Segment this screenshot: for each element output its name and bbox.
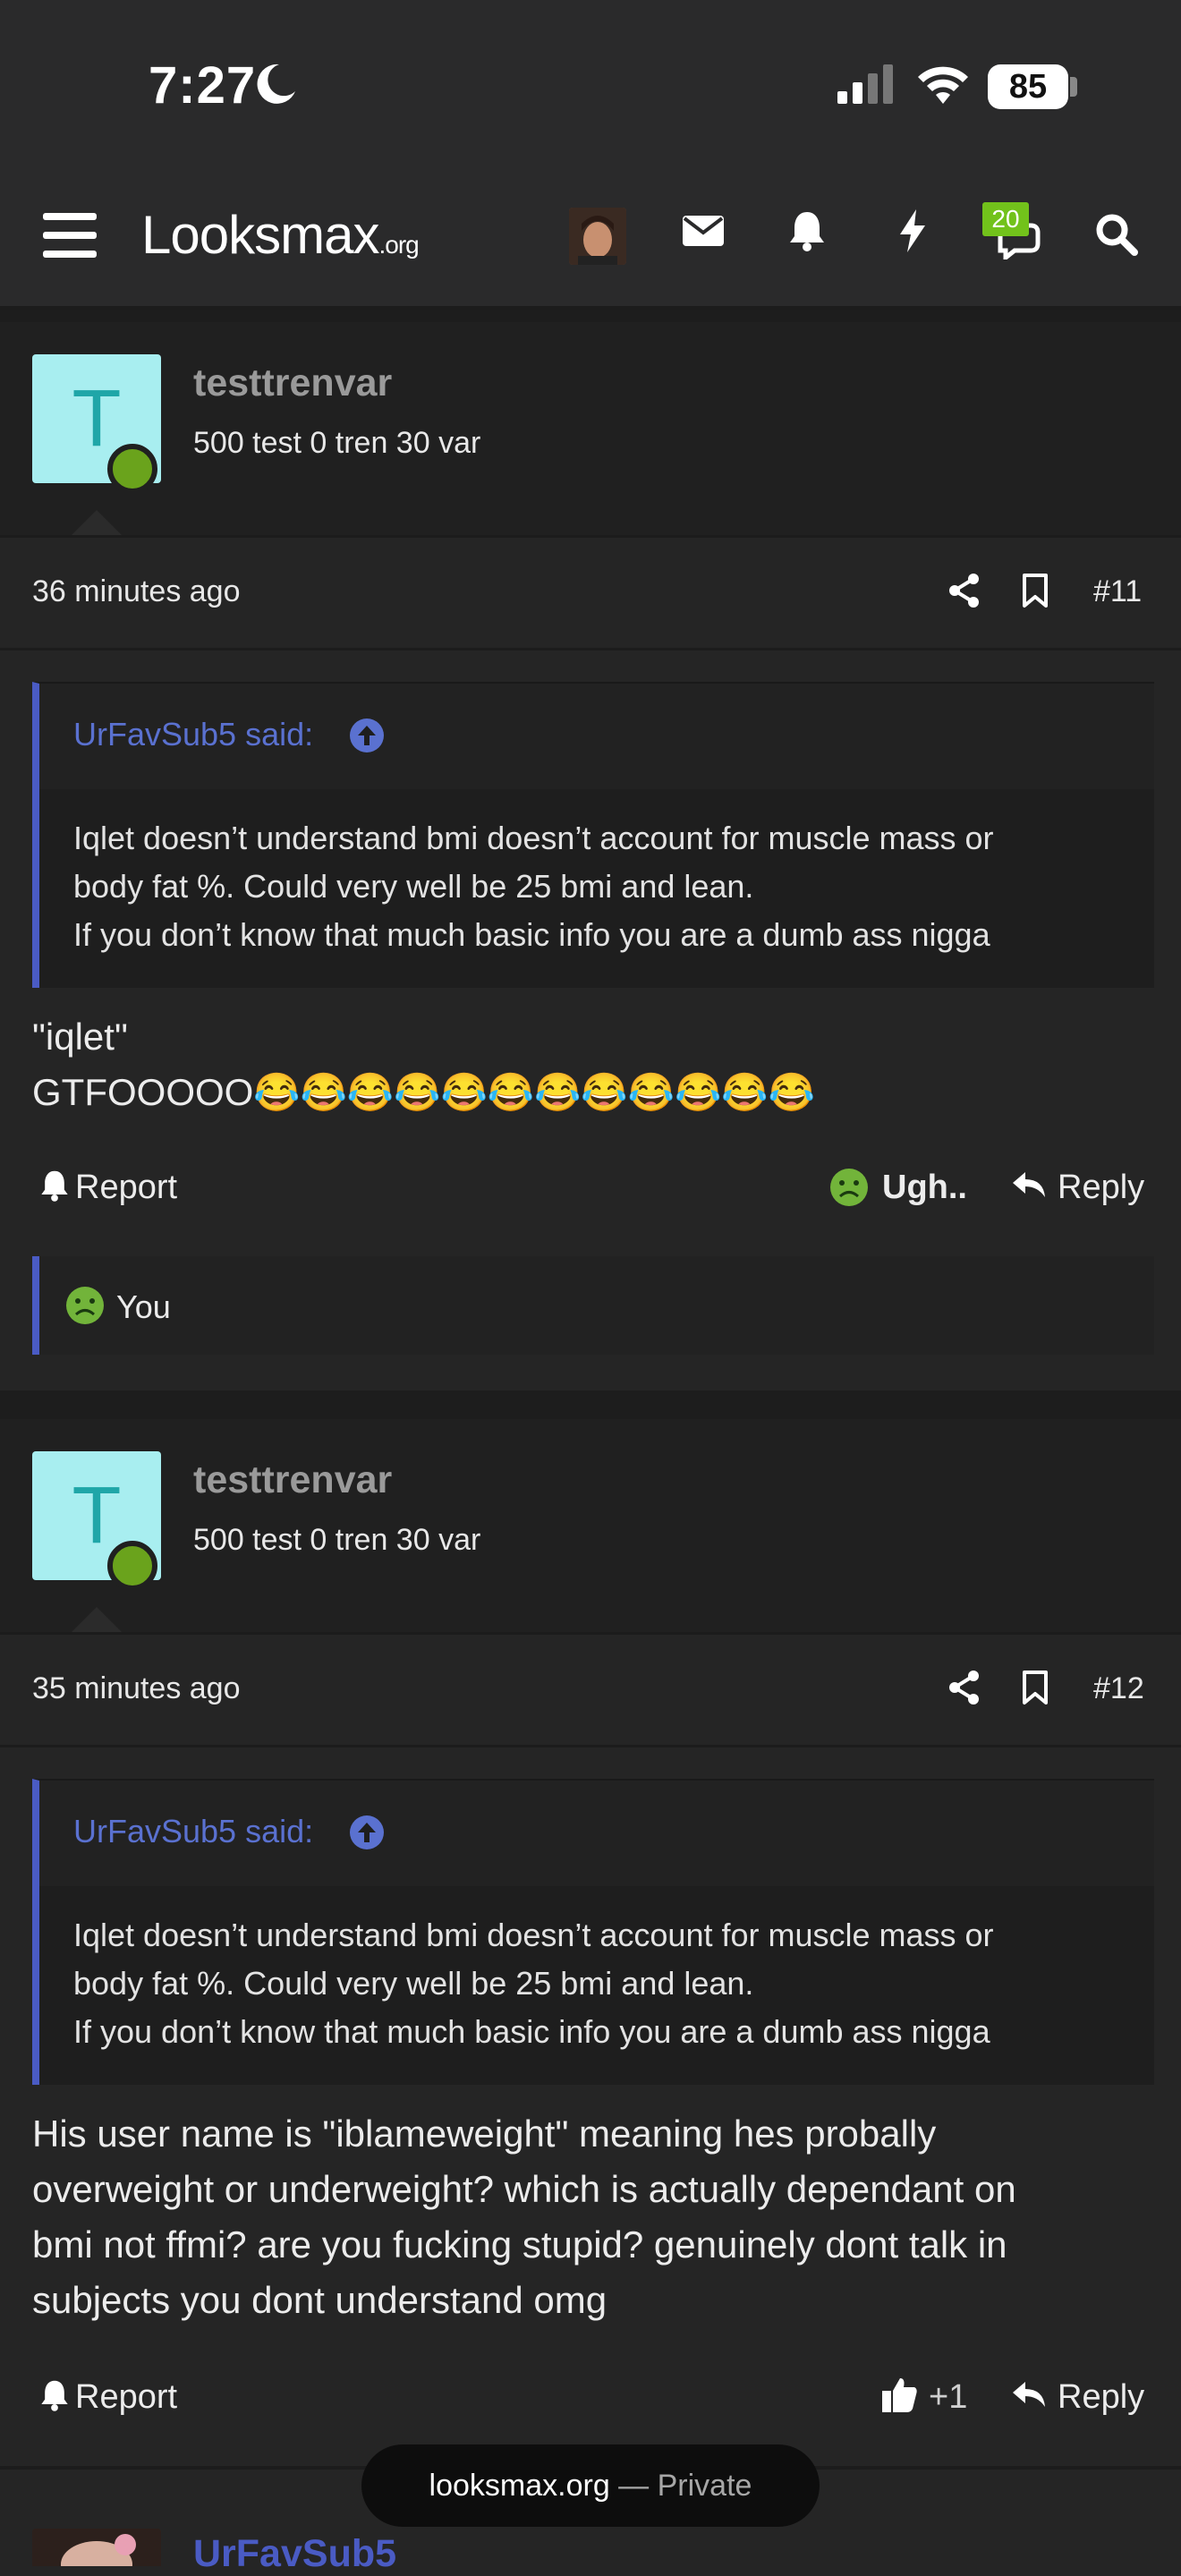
share-icon[interactable] — [948, 573, 981, 608]
post-user-header — [0, 1419, 1181, 1634]
online-status-indicator — [107, 444, 157, 494]
report-bell-icon[interactable] — [39, 2378, 70, 2412]
url-domain: looksmax.org — [429, 2469, 610, 2503]
post-message-body: "iqlet" GTFOOOOO😂😂😂😂😂😂😂😂😂😂😂😂 — [32, 1009, 1151, 1120]
site-logo[interactable]: Looksmax.org — [141, 204, 420, 266]
post-message-body: His user name is "iblameweight" meaning … — [32, 2106, 1168, 2328]
post-author-title: 500 test 0 tren 30 var — [193, 426, 481, 460]
post-user-header — [0, 322, 1181, 537]
message-line: "iqlet" — [32, 1016, 128, 1058]
quote-line: Iqlet doesn’t understand bmi doesn’t acc… — [73, 1917, 994, 1953]
sick-face-reaction-icon — [828, 1167, 870, 1208]
post-author-title: 500 test 0 tren 30 var — [193, 1523, 481, 1557]
notifications-bell-icon[interactable] — [787, 209, 827, 252]
moon-icon — [252, 61, 299, 107]
message-line: subjects you dont understand omg — [32, 2279, 607, 2321]
like-count[interactable]: +1 — [929, 2378, 967, 2417]
post-author-username[interactable]: testtrenvar — [193, 1458, 392, 1502]
battery-cap — [1070, 77, 1077, 97]
message-line: GTFOOOOO😂😂😂😂😂😂😂😂😂😂😂😂 — [32, 1071, 815, 1113]
logo-text: Looksmax — [141, 205, 379, 265]
quote-line: If you don’t know that much basic info y… — [73, 2013, 990, 2050]
reply-arrow-icon[interactable] — [1011, 2378, 1047, 2410]
quote-line: body fat %. Could very well be 25 bmi an… — [73, 1965, 754, 2002]
reactions-summary-bar[interactable] — [32, 1256, 1154, 1355]
report-button[interactable]: Report — [75, 1169, 177, 1207]
quote-line: Iqlet doesn’t understand bmi doesn’t acc… — [73, 820, 994, 856]
header-caret — [70, 1607, 123, 1634]
sick-face-reaction-icon — [64, 1285, 106, 1326]
quote-text: Iqlet doesn’t understand bmi doesn’t acc… — [73, 814, 1129, 959]
battery-indicator: 85 — [988, 64, 1068, 109]
user-avatar[interactable] — [569, 208, 626, 265]
report-bell-icon[interactable] — [39, 1169, 70, 1203]
post-number-link[interactable]: #12 — [1093, 1671, 1144, 1706]
share-icon[interactable] — [948, 1670, 981, 1705]
reaction-users-text[interactable]: You — [116, 1288, 171, 1326]
post-author-avatar[interactable] — [32, 2529, 161, 2566]
header-caret — [70, 510, 123, 537]
conversations-count-badge: 20 — [982, 202, 1029, 236]
bookmark-icon[interactable] — [1022, 573, 1049, 608]
post-author-username[interactable]: UrFavSub5 — [193, 2532, 396, 2576]
jump-to-quote-arrow-icon[interactable] — [349, 718, 385, 753]
logo-suffix: .org — [378, 231, 419, 259]
reaction-button[interactable]: Ugh.. — [882, 1169, 967, 1207]
hamburger-menu-icon[interactable] — [43, 211, 97, 259]
quote-line: If you don’t know that much basic info y… — [73, 916, 990, 953]
message-line: overweight or underweight? which is actu… — [32, 2168, 1016, 2210]
post-separator — [0, 1390, 1181, 1419]
jump-to-quote-arrow-icon[interactable] — [349, 1815, 385, 1850]
inbox-envelope-icon[interactable] — [682, 213, 725, 249]
post-number-link[interactable]: #11 — [1093, 574, 1142, 609]
post-timestamp[interactable]: 36 minutes ago — [32, 574, 241, 609]
private-mode-label: — Private — [609, 2469, 752, 2503]
post-timestamp[interactable]: 35 minutes ago — [32, 1671, 241, 1706]
reply-button[interactable]: Reply — [1058, 1169, 1144, 1207]
signal-icon — [836, 63, 896, 106]
browser-url-pill[interactable]: looksmax.org — Private — [361, 2444, 820, 2527]
bookmark-icon[interactable] — [1022, 1670, 1049, 1705]
report-button[interactable]: Report — [75, 2378, 177, 2417]
online-status-indicator — [107, 1541, 157, 1591]
wifi-icon — [914, 63, 972, 106]
quote-line: body fat %. Could very well be 25 bmi an… — [73, 868, 754, 905]
message-line: bmi not ffmi? are you fucking stupid? ge… — [32, 2223, 1007, 2266]
reply-button[interactable]: Reply — [1058, 2378, 1144, 2417]
status-time: 7:27 — [149, 56, 257, 115]
quote-text: Iqlet doesn’t understand bmi doesn’t acc… — [73, 1911, 1129, 2056]
quote-author-link[interactable]: UrFavSub5 said: — [73, 1813, 313, 1850]
thumbs-up-icon[interactable] — [880, 2375, 920, 2414]
whats-new-lightning-icon[interactable] — [896, 208, 929, 254]
reply-arrow-icon[interactable] — [1011, 1169, 1047, 1201]
message-line: His user name is "iblameweight" meaning … — [32, 2113, 937, 2155]
quote-author-link[interactable]: UrFavSub5 said: — [73, 716, 313, 753]
post-author-username[interactable]: testtrenvar — [193, 361, 392, 405]
search-icon[interactable] — [1095, 213, 1138, 256]
post-separator — [0, 310, 1181, 322]
